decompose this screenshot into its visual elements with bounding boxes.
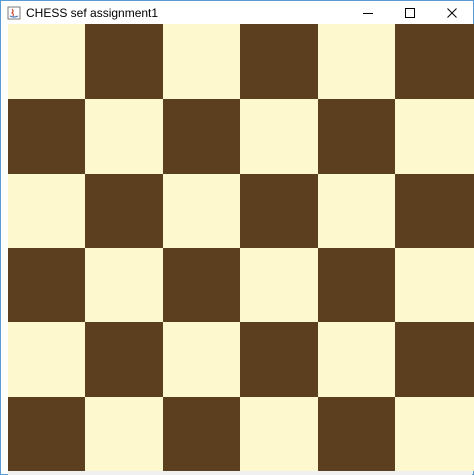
board-square[interactable] (240, 174, 318, 248)
board-square[interactable] (395, 99, 474, 174)
board-square[interactable] (163, 24, 240, 99)
minimize-button[interactable] (347, 1, 389, 24)
chess-board[interactable] (8, 24, 474, 471)
board-square[interactable] (318, 397, 395, 471)
board-square[interactable] (395, 174, 474, 248)
board-square[interactable] (318, 248, 395, 322)
board-square[interactable] (163, 99, 240, 174)
app-window: CHESS sef assignment1 (0, 0, 474, 475)
board-square[interactable] (85, 174, 163, 248)
board-square[interactable] (240, 248, 318, 322)
board-square[interactable] (318, 322, 395, 397)
board-square[interactable] (318, 24, 395, 99)
java-app-icon[interactable] (7, 6, 21, 20)
title-bar[interactable]: CHESS sef assignment1 (1, 1, 473, 24)
board-square[interactable] (395, 322, 474, 397)
board-square[interactable] (8, 322, 85, 397)
board-square[interactable] (240, 322, 318, 397)
board-square[interactable] (85, 248, 163, 322)
board-square[interactable] (8, 248, 85, 322)
board-square[interactable] (85, 322, 163, 397)
board-square[interactable] (8, 397, 85, 471)
board-square[interactable] (8, 174, 85, 248)
board-square[interactable] (8, 99, 85, 174)
close-button[interactable] (431, 1, 473, 24)
minimize-icon (363, 12, 373, 14)
maximize-button[interactable] (389, 1, 431, 24)
board-square[interactable] (8, 24, 85, 99)
board-square[interactable] (85, 397, 163, 471)
board-square[interactable] (163, 397, 240, 471)
board-square[interactable] (85, 99, 163, 174)
window-bottom-edge (8, 471, 472, 475)
board-square[interactable] (240, 397, 318, 471)
window-controls (347, 1, 473, 24)
board-square[interactable] (163, 322, 240, 397)
board-square[interactable] (395, 248, 474, 322)
board-square[interactable] (85, 24, 163, 99)
board-square[interactable] (163, 174, 240, 248)
maximize-icon (405, 7, 415, 18)
board-square[interactable] (318, 174, 395, 248)
board-square[interactable] (318, 99, 395, 174)
board-square[interactable] (240, 24, 318, 99)
board-square[interactable] (240, 99, 318, 174)
board-square[interactable] (163, 248, 240, 322)
close-icon (447, 7, 457, 18)
window-title: CHESS sef assignment1 (26, 5, 159, 20)
board-square[interactable] (395, 24, 474, 99)
board-square[interactable] (395, 397, 474, 471)
